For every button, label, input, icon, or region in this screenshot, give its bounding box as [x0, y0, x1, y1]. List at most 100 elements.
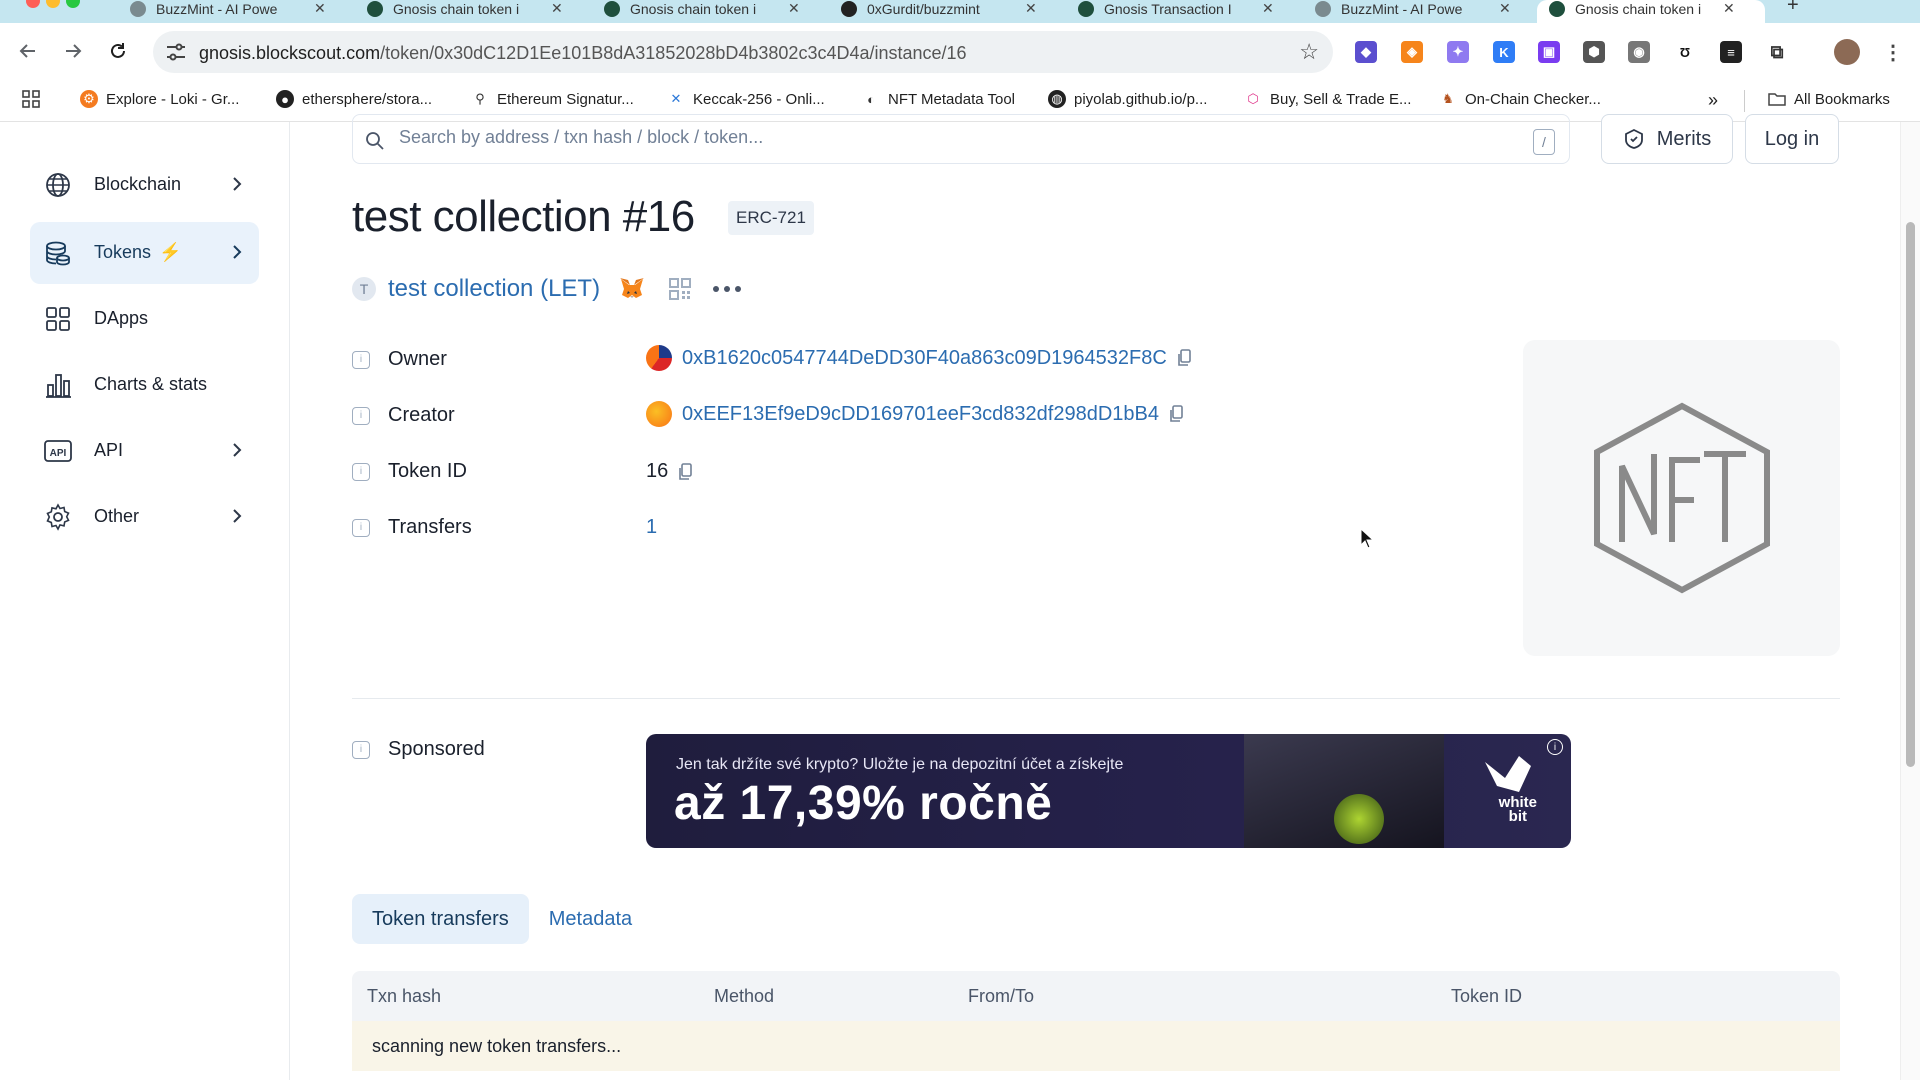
ad-brand-bottom: bit	[1508, 808, 1527, 825]
back-icon[interactable]	[12, 35, 44, 67]
bookmark-item[interactable]: ⚲ Ethereum Signatur...	[471, 90, 634, 108]
scrollbar-thumb[interactable]	[1906, 222, 1915, 767]
bookmark-item[interactable]: ⬡ Buy, Sell & Trade E...	[1244, 90, 1411, 108]
svg-text:API: API	[50, 448, 67, 459]
extension-icon[interactable]: ≡	[1720, 41, 1742, 63]
folder-icon	[1768, 90, 1786, 108]
info-icon[interactable]: i	[352, 350, 370, 369]
ad-info-icon[interactable]: i	[1547, 739, 1563, 755]
info-icon[interactable]: i	[352, 462, 370, 481]
bookmark-item[interactable]: ⚙ Explore - Loki - Gr...	[80, 90, 239, 108]
copy-icon[interactable]	[1169, 405, 1183, 423]
browser-tab-active[interactable]: Gnosis chain token i ✕	[1537, 0, 1765, 23]
camera-icon[interactable]: ◉	[1628, 41, 1650, 63]
sidebar-item-label: API	[94, 440, 124, 460]
bookmark-item[interactable]: ◍ piyolab.github.io/p...	[1048, 90, 1207, 108]
bookmark-item[interactable]: ● ethersphere/stora...	[276, 90, 432, 108]
sidebar-item-blockchain[interactable]: Blockchain	[30, 154, 259, 216]
tab-close-icon[interactable]: ✕	[788, 0, 800, 17]
bar-chart-icon	[46, 374, 71, 398]
browser-menu-icon[interactable]: ⋮	[1882, 41, 1904, 64]
all-bookmarks-button[interactable]: All Bookmarks	[1768, 90, 1890, 108]
tab-token-transfers[interactable]: Token transfers	[352, 894, 529, 944]
info-icon[interactable]: i	[352, 740, 370, 759]
token-id-label-row: i Token ID	[352, 460, 467, 483]
owner-address-link[interactable]: 0xB1620c0547744DeDD30F40a863c09D1964532F…	[682, 347, 1167, 370]
profile-avatar[interactable]	[1834, 39, 1860, 65]
extensions-puzzle-icon[interactable]: ⧉	[1766, 41, 1788, 63]
browser-tab[interactable]: Gnosis chain token i ✕	[592, 0, 812, 23]
bookmark-item[interactable]: ✕ Keccak-256 - Onli...	[667, 90, 825, 108]
globe-icon	[46, 173, 70, 197]
window-close-button[interactable]	[26, 0, 40, 8]
more-bookmarks-icon[interactable]: »	[1708, 90, 1718, 111]
owner-avatar	[646, 345, 672, 371]
browser-tab[interactable]: BuzzMint - AI Powe ✕	[1303, 0, 1523, 23]
info-icon[interactable]: i	[352, 406, 370, 425]
metamask-extension-icon[interactable]: ◈	[1401, 41, 1423, 63]
tab-close-icon[interactable]: ✕	[1499, 0, 1511, 17]
merits-button[interactable]: Merits	[1601, 114, 1733, 164]
sponsored-ad-banner[interactable]: Jen tak držíte své krypto? Uložte je na …	[646, 734, 1571, 848]
tab-close-icon[interactable]: ✕	[1262, 0, 1274, 17]
forward-icon[interactable]	[57, 35, 89, 67]
site-settings-icon[interactable]	[165, 42, 187, 62]
tab-label: BuzzMint - AI Powe	[156, 1, 278, 17]
copy-icon[interactable]	[1177, 349, 1191, 367]
all-bookmarks-label: All Bookmarks	[1794, 90, 1890, 108]
token-id-value: 16	[646, 460, 669, 482]
url-host: gnosis.blockscout.com	[199, 43, 381, 63]
sidebar: Blockchain Tokens ⚡ DApps Charts & stats …	[0, 122, 290, 1080]
reload-icon[interactable]	[102, 35, 134, 67]
sidebar-item-charts-stats[interactable]: Charts & stats	[30, 354, 259, 416]
collection-row: T test collection (LET)	[352, 269, 742, 309]
tools-icon: ✕	[670, 91, 682, 106]
page-scrollbar[interactable]	[1900, 122, 1920, 1080]
tab-metadata[interactable]: Metadata	[529, 894, 652, 944]
bookmark-item[interactable]: ♞ On-Chain Checker...	[1439, 90, 1601, 108]
browser-tab[interactable]: Gnosis chain token i ✕	[355, 0, 575, 23]
creator-address-link[interactable]: 0xEEF13Ef9eD9cDD169701eeF3cd832df298dD1b…	[682, 403, 1159, 426]
ad-coin-graphic	[1334, 794, 1384, 844]
extension-icon[interactable]: ▣	[1538, 41, 1560, 63]
new-tab-button[interactable]: +	[1775, 0, 1811, 23]
address-bar[interactable]: gnosis.blockscout.com/token/0x30dC12D1Ee…	[153, 31, 1333, 73]
extension-icon[interactable]: Ʊ	[1674, 41, 1696, 63]
tab-close-icon[interactable]: ✕	[1025, 0, 1037, 17]
tab-close-icon[interactable]: ✕	[551, 0, 563, 17]
transfers-count-link[interactable]: 1	[646, 516, 657, 539]
globe-icon: ◍	[1048, 90, 1066, 108]
search-icon	[366, 132, 384, 150]
qr-code-icon[interactable]	[668, 277, 692, 301]
info-icon[interactable]: i	[352, 518, 370, 537]
window-maximize-button[interactable]	[66, 0, 80, 8]
collection-link[interactable]: test collection (LET)	[388, 275, 600, 303]
browser-tab[interactable]: Gnosis Transaction I ✕	[1066, 0, 1286, 23]
ad-text-line1: Jen tak držíte své krypto? Uložte je na …	[676, 756, 1124, 773]
tab-close-icon[interactable]: ✕	[314, 0, 326, 17]
more-options-icon[interactable]	[712, 285, 742, 293]
window-minimize-button[interactable]	[46, 0, 60, 8]
login-button[interactable]: Log in	[1745, 114, 1839, 164]
browser-tab[interactable]: BuzzMint - AI Powe ✕	[118, 0, 338, 23]
extension-icon[interactable]: ⬢	[1583, 41, 1605, 63]
sidebar-item-other[interactable]: Other	[30, 486, 259, 548]
search-icon: ⚲	[475, 91, 485, 106]
bookmark-label: NFT Metadata Tool	[888, 90, 1016, 108]
search-bar[interactable]: /	[352, 114, 1570, 164]
browser-tab[interactable]: 0xGurdit/buzzmint ✕	[829, 0, 1049, 23]
apps-grid-icon[interactable]	[22, 90, 40, 108]
extension-icon[interactable]: ✦	[1447, 41, 1469, 63]
search-input[interactable]	[399, 127, 1499, 148]
bookmark-item[interactable]: ◐ NFT Metadata Tool	[862, 90, 1015, 108]
sidebar-item-tokens[interactable]: Tokens ⚡	[30, 222, 259, 284]
extension-icon[interactable]: ◆	[1355, 41, 1377, 63]
metamask-fox-icon[interactable]	[618, 276, 646, 302]
tab-close-icon[interactable]: ✕	[1723, 0, 1735, 17]
page-content: Blockchain Tokens ⚡ DApps Charts & stats …	[0, 114, 1920, 1080]
sidebar-item-api[interactable]: API API	[30, 420, 259, 482]
sidebar-item-dapps[interactable]: DApps	[30, 288, 259, 350]
copy-icon[interactable]	[678, 462, 693, 481]
bookmark-star-icon[interactable]: ☆	[1299, 39, 1319, 65]
extension-icon[interactable]: K	[1493, 41, 1515, 63]
